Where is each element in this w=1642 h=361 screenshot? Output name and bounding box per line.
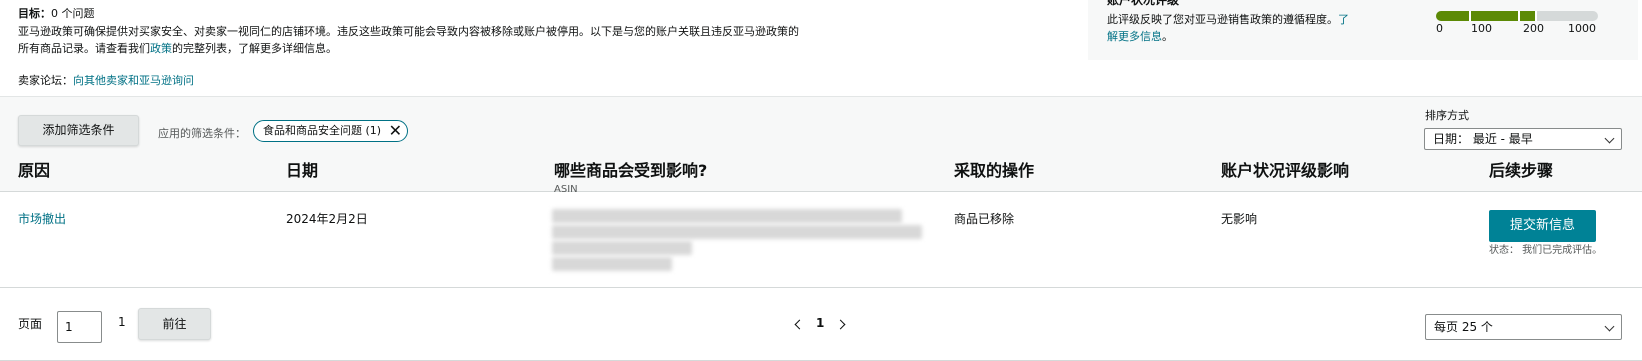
chevron-down-icon	[1604, 133, 1615, 144]
header-action-taken: 采取的操作	[954, 161, 1035, 180]
redacted-line	[552, 209, 902, 223]
rating-description: 此评级反映了您对亚马逊销售政策的遵循程度。了解更多信息。	[1107, 11, 1352, 45]
pagination-bar: 页面 1 1 前往 1 每页 25 个	[0, 288, 1642, 361]
meter-label: 1000	[1568, 22, 1596, 35]
header-affected-products: 哪些商品会受到影响?	[554, 161, 708, 180]
meter-label: 100	[1471, 22, 1492, 35]
goal-value: 0 个问题	[51, 7, 95, 20]
table-row: 市场撤出 2024年2月2日 商品已移除 无影响 提交新信息 状态： 我们已完成…	[0, 192, 1642, 288]
redacted-line	[552, 225, 922, 239]
reason-link[interactable]: 市场撤出	[18, 210, 66, 227]
chevron-down-icon	[1604, 321, 1615, 332]
sort-label: 排序方式	[1425, 109, 1469, 122]
rating-meter-track	[1436, 11, 1598, 21]
policy-summary: 目标：0 个问题 亚马逊政策可确保提供对买家安全、对卖家一视同仁的店铺环境。违反…	[0, 0, 1642, 96]
meter-separator	[1469, 11, 1471, 21]
filter-band: 添加筛选条件 应用的筛选条件： 食品和商品安全问题 (1) ✕ 排序方式 日期：…	[0, 96, 1642, 195]
submit-new-info-button[interactable]: 提交新信息	[1489, 210, 1596, 242]
policy-link[interactable]: 政策	[150, 42, 172, 55]
close-icon[interactable]: ✕	[389, 121, 402, 140]
sort-selected-value: 日期： 最近 - 最早	[1433, 132, 1533, 146]
goal-line: 目标：0 个问题	[18, 5, 95, 21]
redacted-line	[552, 241, 692, 255]
total-pages: 1	[118, 315, 126, 329]
chevron-right-icon[interactable]	[835, 319, 846, 330]
redacted-line	[552, 257, 672, 271]
applied-filters-label: 应用的筛选条件：	[158, 127, 246, 140]
description-text-end: 的完整列表，了解更多详细信息。	[172, 42, 337, 55]
meter-separator	[1535, 11, 1537, 21]
goal-label: 目标：	[18, 7, 51, 20]
per-page-value: 每页 25 个	[1434, 320, 1493, 334]
go-button[interactable]: 前往	[138, 308, 211, 340]
rating-link-suffix: 。	[1162, 30, 1173, 43]
header-rating-impact: 账户状况评级影响	[1221, 161, 1350, 180]
page-number-input[interactable]: 1	[57, 311, 102, 343]
rating-text: 此评级反映了您对亚马逊销售政策的遵循程度。	[1107, 13, 1338, 26]
page-label: 页面	[18, 317, 43, 331]
add-filter-button[interactable]: 添加筛选条件	[18, 115, 139, 146]
sort-select[interactable]: 日期： 最近 - 最早	[1424, 128, 1622, 150]
meter-label: 200	[1523, 22, 1544, 35]
row-date: 2024年2月2日	[286, 212, 368, 226]
rating-meter-labels: 0 100 200 1000	[1436, 22, 1606, 36]
seller-forum: 卖家论坛：向其他卖家和亚马逊询问	[18, 72, 194, 88]
redacted-product-info	[552, 209, 922, 271]
filter-chip-label: 食品和商品安全问题 (1)	[263, 124, 382, 137]
filter-chip[interactable]: 食品和商品安全问题 (1) ✕	[253, 120, 408, 142]
row-status: 状态： 我们已完成评估。	[1489, 245, 1603, 256]
chevron-left-icon[interactable]	[794, 319, 805, 330]
per-page-select[interactable]: 每页 25 个	[1425, 314, 1622, 340]
forum-label: 卖家论坛：	[18, 74, 73, 87]
header-reason: 原因	[18, 161, 51, 180]
header-date: 日期	[286, 161, 319, 180]
description-text: 亚马逊政策可确保提供对买家安全、对卖家一视同仁的店铺环境。违反这些政策可能会导致…	[18, 25, 799, 55]
row-impact: 无影响	[1221, 212, 1258, 226]
meter-label: 0	[1436, 22, 1443, 35]
meter-separator	[1518, 11, 1520, 21]
forum-link[interactable]: 向其他卖家和亚马逊询问	[73, 74, 194, 87]
rating-heading: 账户状况评级	[1107, 0, 1180, 7]
rating-meter-fill	[1436, 11, 1537, 21]
header-next-steps: 后续步骤	[1489, 161, 1554, 180]
current-page[interactable]: 1	[816, 316, 824, 330]
account-health-rating-panel: 账户状况评级 此评级反映了您对亚马逊销售政策的遵循程度。了解更多信息。 0 10…	[1088, 0, 1638, 60]
policy-description: 亚马逊政策可确保提供对买家安全、对卖家一视同仁的店铺环境。违反这些政策可能会导致…	[18, 23, 808, 57]
row-action: 商品已移除	[954, 212, 1015, 226]
